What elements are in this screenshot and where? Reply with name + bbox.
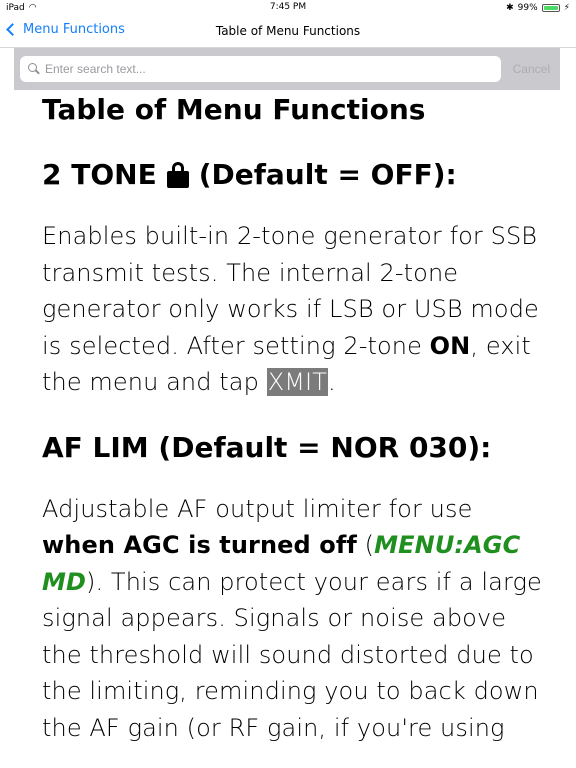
highlighted-text[interactable]: XMIT: [266, 368, 328, 396]
heading-text: 2 TONE: [42, 158, 157, 191]
search-input[interactable]: [45, 62, 493, 76]
content: Table of Menu Functions 2 TONE (Default …: [42, 92, 542, 746]
bluetooth-icon: ✱: [506, 3, 514, 13]
wifi-icon: ◠: [28, 3, 37, 13]
status-right: ✱ 99% ⚡: [506, 3, 570, 13]
navigation-bar: Menu Functions Table of Menu Functions: [0, 16, 576, 48]
text: (: [356, 531, 375, 559]
page-title: Table of Menu Functions: [42, 93, 426, 126]
charging-icon: ⚡: [563, 3, 570, 13]
device-label: iPad: [6, 3, 25, 13]
section-heading-af-lim: AF LIM (Default = NOR 030):: [42, 430, 492, 464]
status-time: 7:45 PM: [269, 2, 307, 12]
search-field[interactable]: [20, 56, 501, 82]
bold-text: ON: [429, 331, 471, 360]
paragraph-2-tone: Enables built-in 2-tone generator for SS…: [42, 218, 542, 401]
section-heading-2-tone: 2 TONE (Default = OFF):: [42, 157, 542, 193]
search-icon: [28, 63, 40, 75]
text: .: [327, 368, 336, 396]
status-bar: iPad ◠ 7:45 PM ✱ 99% ⚡: [0, 0, 576, 16]
status-left: iPad ◠: [6, 3, 37, 13]
heading-text: (Default = OFF):: [198, 158, 457, 191]
cancel-button[interactable]: Cancel: [513, 62, 550, 76]
battery-icon: [541, 4, 560, 12]
battery-percent: 99%: [517, 3, 538, 13]
search-bar: Cancel: [14, 48, 560, 90]
bold-text: when AGC is turned off: [42, 531, 357, 559]
paragraph-af-lim: Adjustable AF output limiter for use whe…: [42, 491, 542, 747]
text: ). This can protect your ears if a large…: [42, 567, 542, 742]
nav-title: Table of Menu Functions: [215, 24, 361, 38]
lock-icon: [166, 162, 189, 188]
text: Adjustable AF output limiter for use: [42, 494, 473, 523]
